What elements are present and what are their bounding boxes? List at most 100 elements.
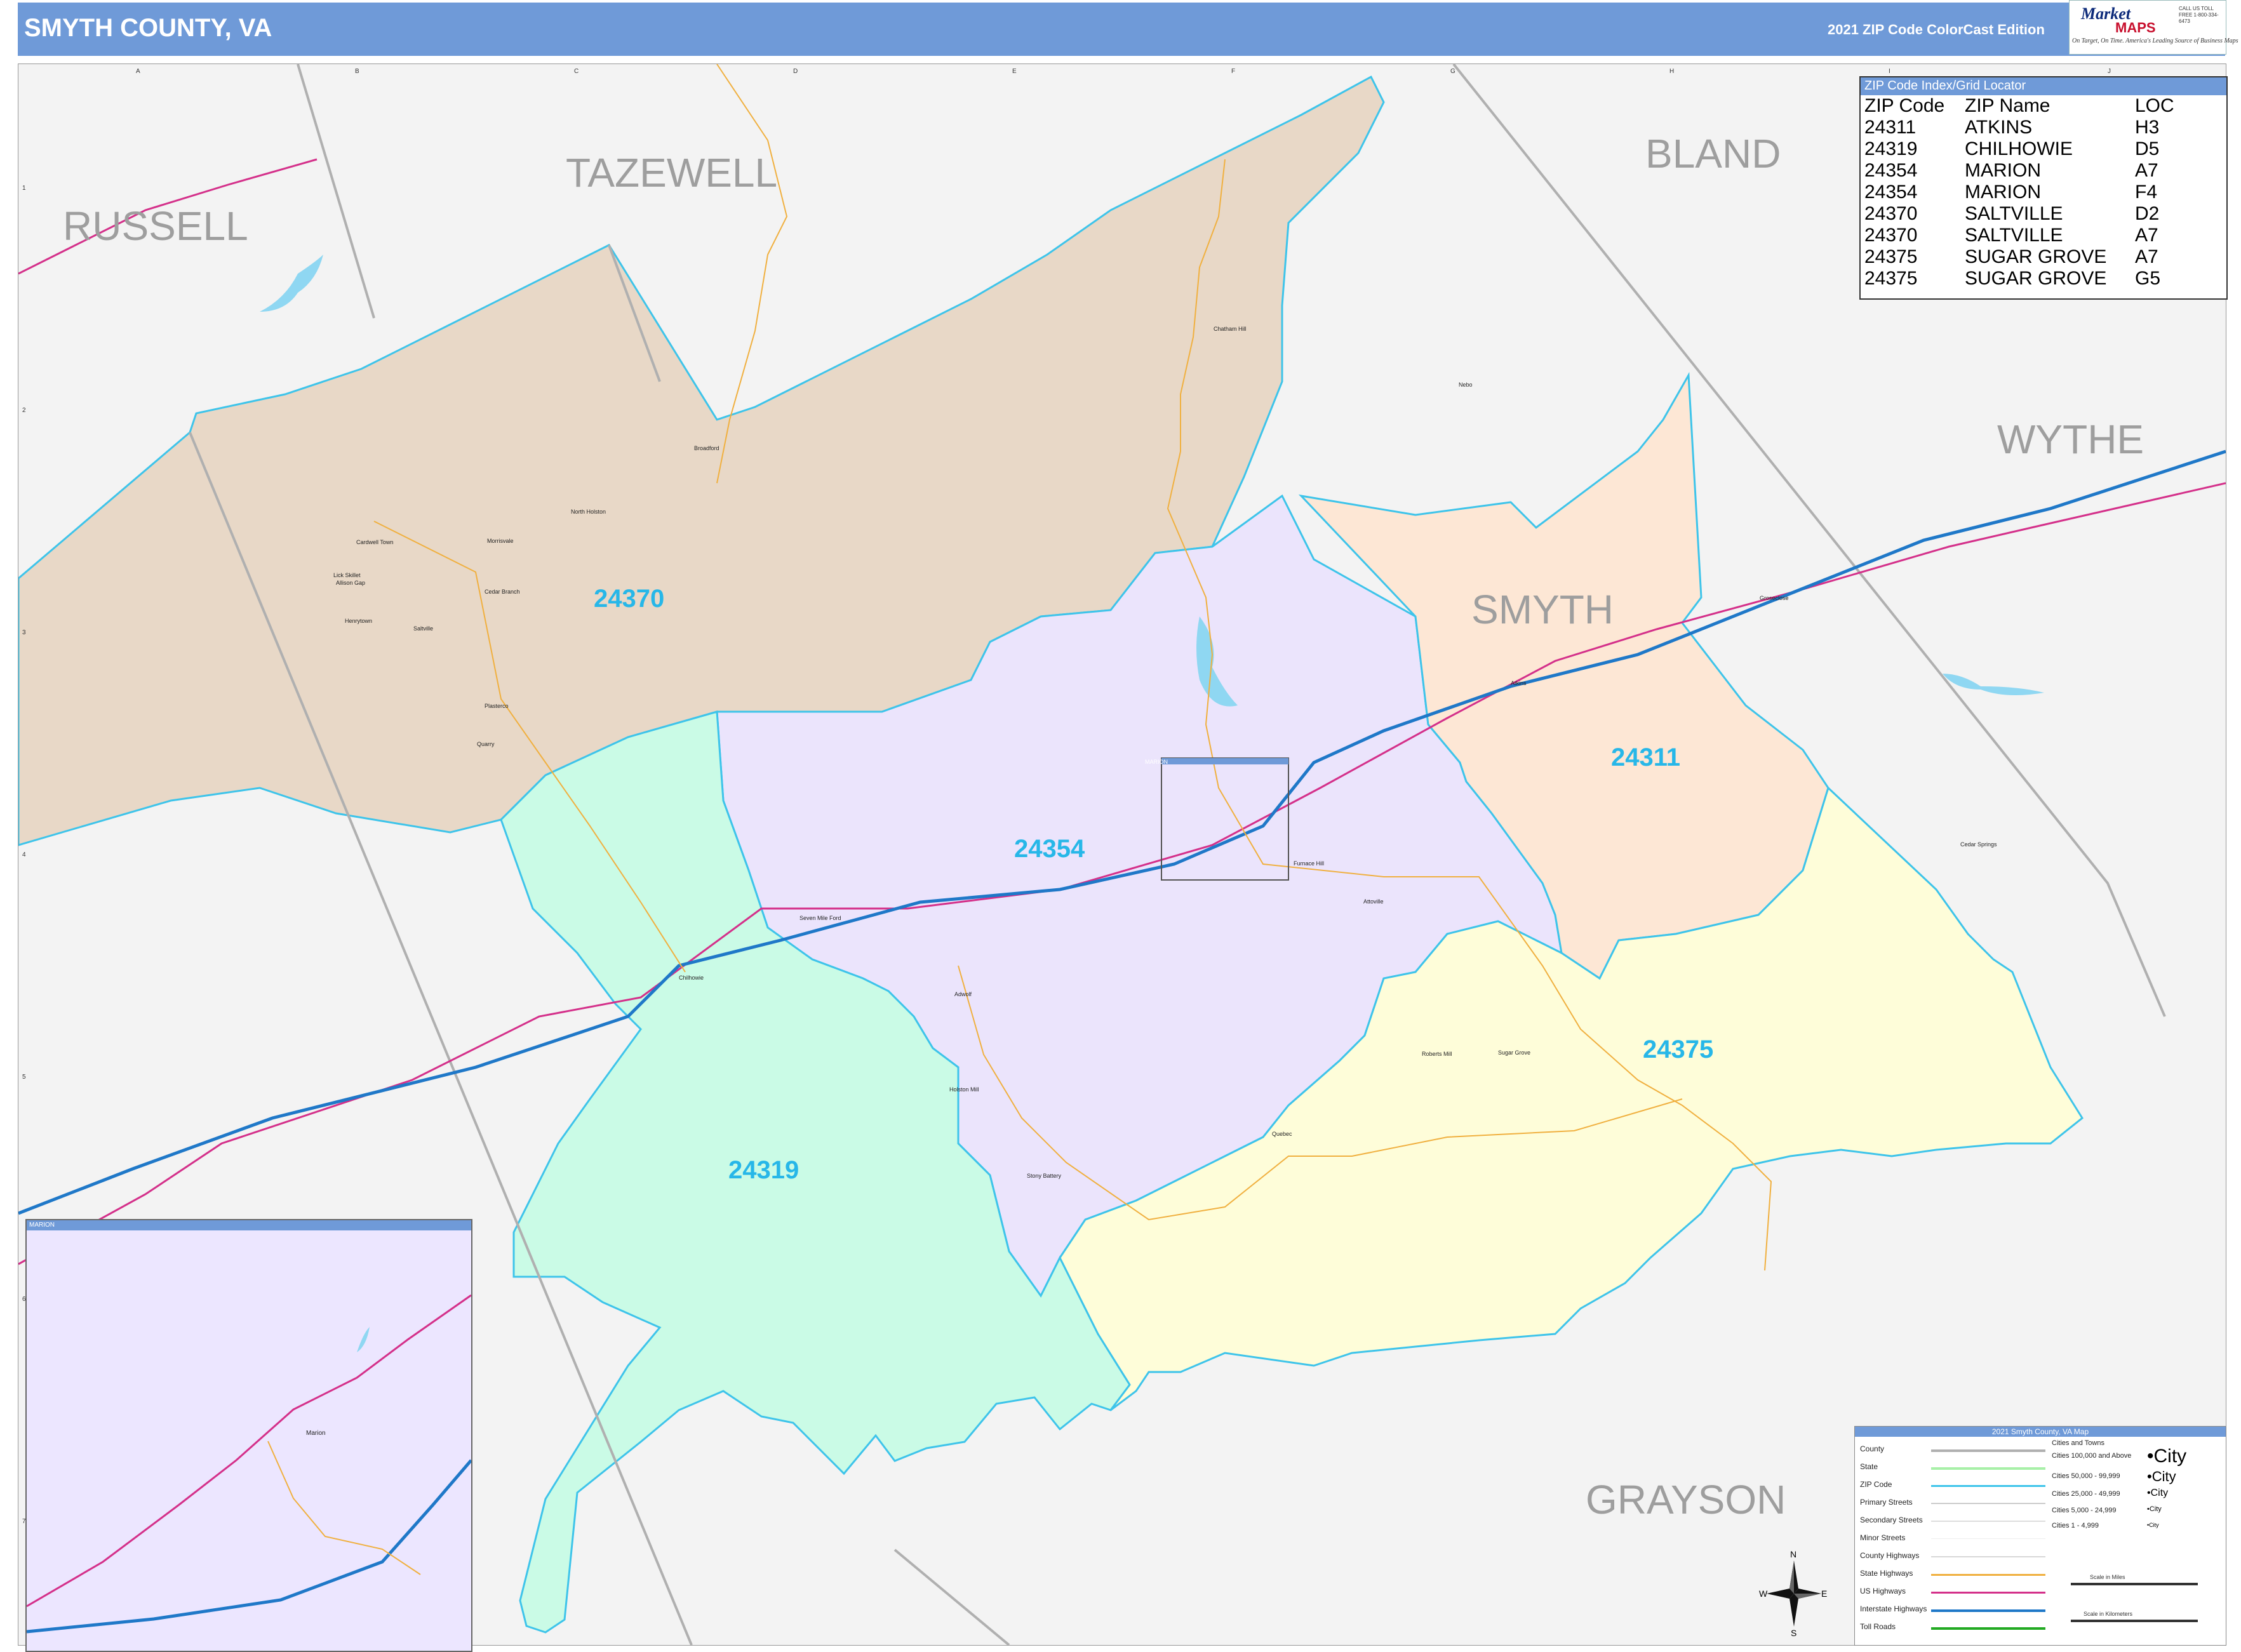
town-label: Seven Mile Ford [799,915,841,921]
map-legend: 2021 Smyth County, VA Map County State Z… [1854,1426,2226,1646]
legend-swatch-state [1931,1467,2045,1470]
edition-label: 2021 ZIP Code ColorCast Edition [1828,22,2045,37]
grid-col-label: G [1450,68,1455,75]
zip-name-cell: SALTVILLE [1965,225,2063,246]
town-label: Stony Battery [1027,1173,1062,1179]
legend-city-mark: •City [2147,1488,2169,1498]
zip-index-title: ZIP Code Index/Grid Locator [1861,77,2226,95]
town-label: Nebo [1459,382,1473,388]
town-label: Groseclose [1760,595,1789,601]
grid-row-label: 4 [22,851,26,858]
legend-city-tier: Cities 50,000 - 99,999 [2052,1472,2120,1480]
legend-swatch-minor [1931,1538,2045,1539]
legend-swatch-secondary [1931,1521,2045,1522]
table-row: 24375 SUGAR GROVE A7 [1862,246,2177,268]
legend-city-mark: •City [2147,1522,2159,1528]
grid-row-label: 1 [22,185,26,192]
compass-rose: N S E W [1759,1549,1829,1638]
table-row: 24354 MARION F4 [1862,182,2177,203]
zip-cell: 24375 [1864,268,1918,289]
county-label-bland: BLAND [1645,131,1781,177]
extent-box-title: MARION [1145,759,1168,765]
town-label: Holston Mill [949,1086,979,1093]
loc-cell: A7 [2135,160,2158,181]
loc-cell: G5 [2135,268,2161,289]
county-label-russell: RUSSELL [63,203,248,249]
state-highway [267,1441,421,1575]
zip-label-24354: 24354 [1014,835,1085,863]
loc-cell: F4 [2135,182,2158,203]
loc-cell: H3 [2135,117,2160,138]
loc-cell: D5 [2135,138,2160,159]
town-label: Atkins [1511,680,1527,686]
grid-col-label: E [1012,68,1017,75]
grid-col-label: B [355,68,359,75]
town-label: North Holston [571,509,606,515]
town-label: Allison Gap [336,580,366,586]
county-label-tazewell: TAZEWELL [566,150,778,196]
scale-km-label: Scale in Kilometers [2084,1611,2133,1617]
zip-label-24375: 24375 [1643,1036,1714,1063]
zip-label-24311: 24311 [1611,743,1681,771]
zip-name-cell: CHILHOWIE [1965,138,2073,159]
zip-cell: 24375 [1864,246,1918,267]
grid-col-label: F [1231,68,1236,75]
town-label: Morrisvale [487,538,514,544]
legend-item-label: Minor Streets [1860,1533,1906,1542]
logo-maps: MAPS [2115,20,2156,36]
inset-canvas [27,1294,471,1634]
grid-col-label: D [793,68,798,75]
market-maps-logo: Market MAPS On Target, On Time. America'… [2069,0,2238,55]
grid-col-label: J [2108,68,2111,75]
legend-item-label: State [1860,1462,1878,1471]
grid-row-label: 5 [22,1074,26,1081]
loc-cell: D2 [2135,203,2160,224]
zip-index-header-row: ZIP Code ZIP Name LOC [1862,95,2177,117]
zip-name-cell: SALTVILLE [1965,203,2063,224]
lake [260,255,323,312]
table-row: 24370 SALTVILLE A7 [1862,225,2177,246]
grid-row-label: 3 [22,629,26,636]
legend-swatch-interstate [1931,1609,2045,1612]
town-label: Quebec [1272,1131,1292,1137]
legend-item-label: US Highways [1860,1587,1906,1595]
grid-col-label: A [136,68,140,75]
legend-city-mark: •City [2147,1446,2187,1467]
zip-label-24319: 24319 [728,1156,799,1184]
table-row: 24319 CHILHOWIE D5 [1862,138,2177,160]
zip-cell: 24370 [1864,225,1918,246]
legend-item-label: ZIP Code [1860,1480,1892,1489]
grid-col-label: H [1669,68,1675,75]
town-label: Sugar Grove [1498,1049,1531,1056]
legend-city-tier: Cities 100,000 and Above [2052,1452,2132,1460]
legend-item-label: State Highways [1860,1569,1913,1578]
compass-e: E [1821,1589,1828,1599]
legend-item-label: County [1860,1444,1885,1453]
grid-col-label: C [574,68,579,75]
loc-cell: A7 [2135,246,2158,267]
column-header: LOC [2135,95,2174,116]
zip-name-cell: SUGAR GROVE [1965,268,2107,289]
scale-bar-miles [2071,1583,2198,1585]
map-header: SMYTH COUNTY, VA 2021 ZIP Code ColorCast… [18,3,2225,56]
town-label: Saltville [413,625,434,632]
compass-star-icon [1767,1561,1821,1627]
town-label: Cardwell Town [356,539,394,545]
zip-cell: 24370 [1864,203,1918,224]
table-row: 24311 ATKINS H3 [1862,117,2177,138]
table-row: 24375 SUGAR GROVE G5 [1862,268,2177,290]
column-header: ZIP Code [1864,95,1945,116]
lake [1943,674,2044,695]
logo-tagline: On Target, On Time. America's Leading So… [2072,37,2238,44]
inset-title: MARION [27,1220,471,1230]
zip-index-table: ZIP Code Index/Grid Locator ZIP Code ZIP… [1859,76,2228,300]
logo-phone: CALL US TOLL FREE 1-800-334-6473 [2179,6,2219,24]
zip-index-grid: ZIP Code ZIP Name LOC 24311 ATKINS H3 24… [1862,95,2177,290]
legend-swatch-us-hwy [1931,1592,2045,1594]
town-label: Henrytown [345,618,373,624]
legend-item-label: Interstate Highways [1860,1604,1927,1613]
marion-inset-map[interactable]: MARION Marion [25,1219,472,1652]
legend-title: 2021 Smyth County, VA Map [1855,1427,2226,1437]
town-label: Chilhowie [679,975,704,981]
legend-item-label: Secondary Streets [1860,1515,1923,1524]
